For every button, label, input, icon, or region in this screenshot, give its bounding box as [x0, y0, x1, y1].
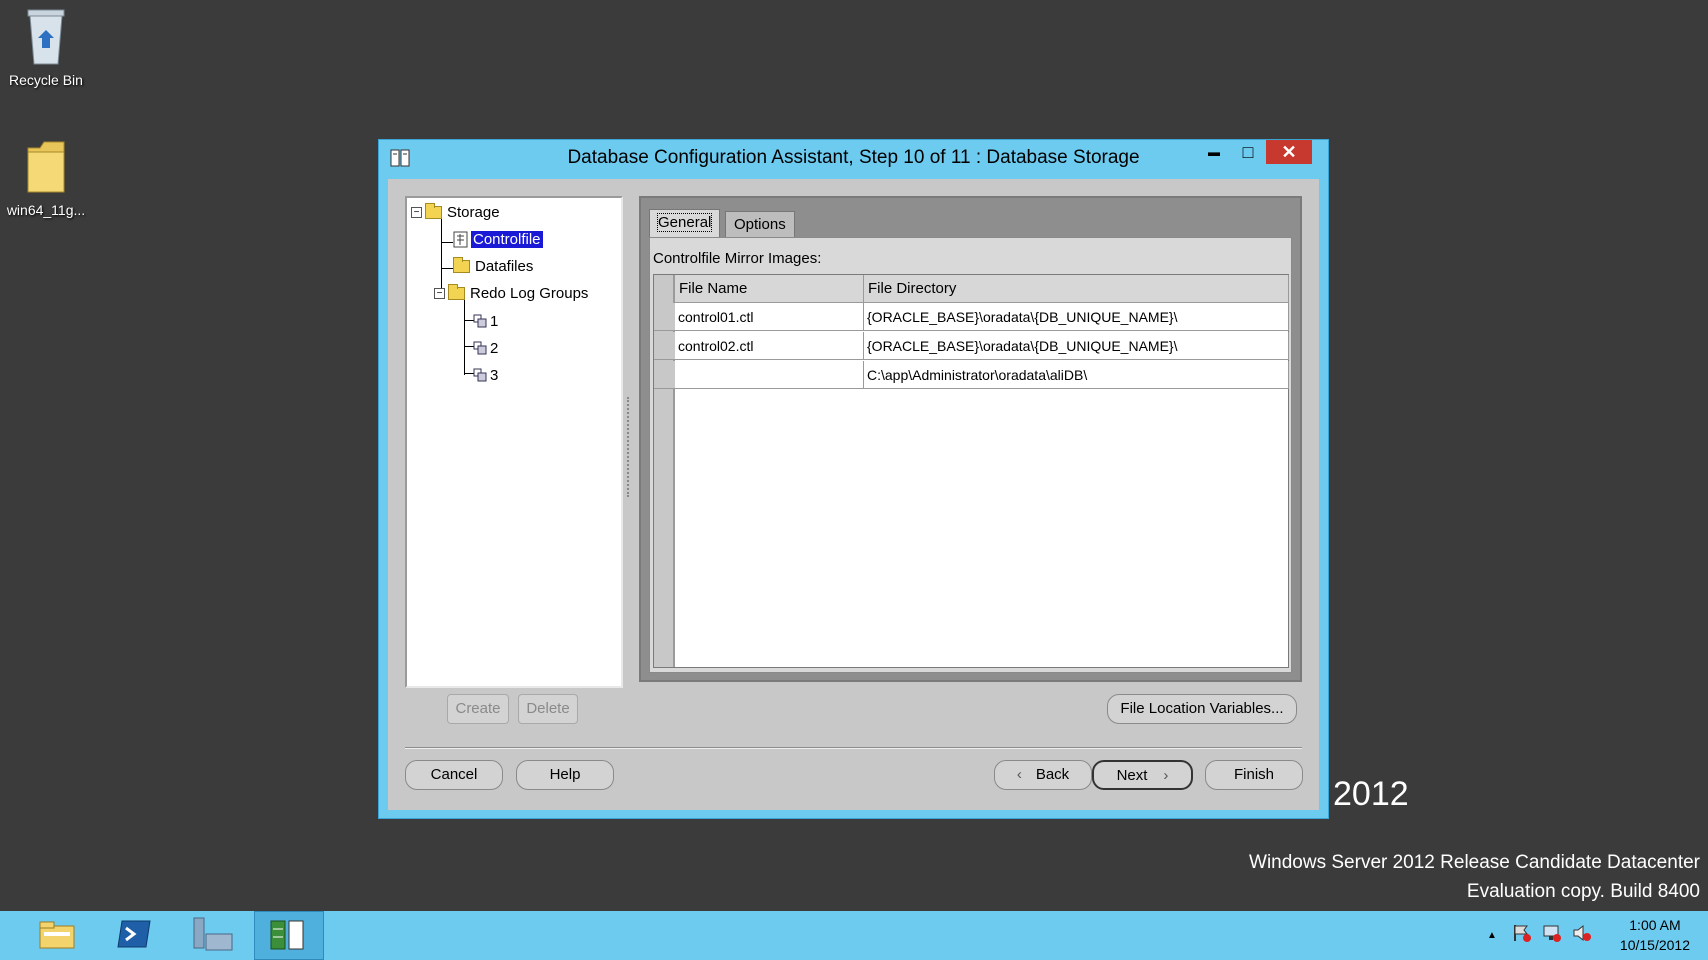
tree-node-controlfile-label: Controlfile [470, 229, 544, 249]
chevron-right-icon: › [1163, 767, 1169, 784]
recycle-bin-icon [24, 8, 68, 66]
tree-node-controlfile[interactable]: Controlfile [453, 228, 544, 250]
os-watermark-line1: Windows Server 2012 Release Candidate Da… [1249, 852, 1700, 873]
folder-icon [448, 283, 465, 300]
row-header[interactable] [654, 303, 675, 331]
minimize-button[interactable]: ▬ [1197, 140, 1231, 164]
tree-node-storage-label: Storage [447, 203, 500, 221]
taskbar-server-manager[interactable] [177, 911, 247, 960]
row-header[interactable] [654, 361, 675, 389]
tree-node-redo-group-label: 1 [490, 312, 499, 330]
tree-node-redo-group[interactable]: 2 [473, 337, 500, 359]
tree-node-redo-group-label: 2 [490, 339, 499, 357]
back-button[interactable]: ‹ Back [994, 760, 1092, 790]
recycle-bin-label: Recycle Bin [9, 72, 83, 88]
show-hidden-icons[interactable]: ▲ [1484, 923, 1500, 947]
window-title: Database Configuration Assistant, Step 1… [567, 147, 1140, 168]
volume-muted-icon [1572, 923, 1592, 947]
network-icon [1542, 923, 1562, 947]
title-bar[interactable]: Database Configuration Assistant, Step 1… [379, 140, 1328, 176]
file-location-variables-button[interactable]: File Location Variables... [1107, 694, 1297, 724]
taskbar-dbca[interactable] [254, 911, 324, 960]
tray-arrow-icon: ▲ [1487, 929, 1497, 941]
chevron-left-icon: ‹ [1016, 766, 1022, 783]
powershell-icon [116, 919, 152, 953]
create-button[interactable]: Create [447, 694, 509, 724]
controlfile-grid[interactable]: File Name File Directory control01.ctl {… [653, 274, 1289, 668]
tab-options[interactable]: Options [725, 211, 795, 239]
tree-node-datafiles[interactable]: Datafiles [453, 255, 535, 277]
splitter-handle[interactable] [627, 397, 630, 497]
window-client-area: − Storage Controlfile Datafiles − Redo L… [388, 179, 1319, 810]
action-center-tray[interactable] [1510, 923, 1534, 947]
tree-node-redo-group[interactable]: 3 [473, 364, 500, 386]
redo-group-icon [473, 341, 487, 355]
tab-panel: General Options Controlfile Mirror Image… [639, 196, 1302, 682]
tree-node-redo-log-groups-label: Redo Log Groups [470, 284, 589, 302]
cell-file-directory[interactable]: {ORACLE_BASE}\oradata\{DB_UNIQUE_NAME}\ [864, 303, 1289, 331]
recycle-bin-shortcut[interactable]: Recycle Bin [0, 8, 92, 88]
os-watermark: Windows Server 2012 Release Candidate Da… [1249, 848, 1700, 906]
tab-general-label: General [656, 213, 713, 232]
tree-node-redo-log-groups[interactable]: − Redo Log Groups [434, 282, 590, 304]
storage-tree[interactable]: − Storage Controlfile Datafiles − Redo L… [405, 196, 623, 688]
cell-file-name[interactable]: control01.ctl [675, 303, 864, 331]
controlfile-icon [453, 231, 468, 248]
network-tray[interactable] [1540, 923, 1564, 947]
next-button[interactable]: Next › [1092, 760, 1193, 790]
column-header-file-name[interactable]: File Name [675, 275, 864, 303]
finish-button[interactable]: Finish [1205, 760, 1303, 790]
cell-file-name[interactable]: control02.ctl [675, 332, 864, 360]
taskbar: ▲ 1:00 AM 10/15/2012 [0, 911, 1708, 960]
column-header-file-directory[interactable]: File Directory [864, 275, 1289, 303]
tree-node-redo-group[interactable]: 1 [473, 310, 500, 332]
row-header[interactable] [654, 332, 675, 360]
cell-file-directory[interactable]: {ORACLE_BASE}\oradata\{DB_UNIQUE_NAME}\ [864, 332, 1289, 360]
collapse-icon[interactable]: − [411, 206, 422, 218]
controlfile-mirror-caption: Controlfile Mirror Images: [653, 250, 822, 267]
maximize-icon: □ [1242, 141, 1254, 162]
folder-icon [26, 138, 66, 196]
general-tab-page: Controlfile Mirror Images: File Name Fil… [649, 237, 1292, 673]
maximize-button[interactable]: □ [1231, 140, 1265, 164]
folder-shortcut[interactable]: win64_11g... [0, 138, 92, 218]
back-button-label: Back [1035, 766, 1070, 783]
help-button[interactable]: Help [516, 760, 614, 790]
taskbar-powershell[interactable] [99, 911, 169, 960]
system-clock[interactable]: 1:00 AM 10/15/2012 [1620, 915, 1690, 955]
file-explorer-icon [38, 918, 76, 954]
redo-group-icon [473, 368, 487, 382]
button-separator [405, 747, 1302, 749]
tab-options-label: Options [734, 216, 786, 233]
os-year-watermark: 2012 [1333, 775, 1409, 813]
taskbar-file-explorer[interactable] [22, 911, 92, 960]
os-watermark-line2: Evaluation copy. Build 8400 [1466, 881, 1700, 902]
cell-file-directory[interactable]: C:\app\Administrator\oradata\aliDB\ [864, 361, 1289, 389]
tree-node-redo-group-label: 3 [490, 366, 499, 384]
cancel-button[interactable]: Cancel [405, 760, 503, 790]
cell-file-name[interactable] [675, 361, 864, 389]
close-button[interactable]: ✕ [1266, 140, 1312, 164]
redo-group-icon [473, 314, 487, 328]
folder-icon [425, 202, 442, 219]
dbca-icon [269, 917, 309, 955]
tree-node-datafiles-label: Datafiles [475, 257, 534, 275]
folder-label: win64_11g... [6, 202, 86, 218]
tab-general[interactable]: General [649, 209, 721, 239]
close-icon: ✕ [1281, 141, 1297, 162]
next-button-label: Next [1116, 767, 1148, 784]
folder-icon [453, 256, 470, 273]
clock-date: 10/15/2012 [1619, 937, 1690, 953]
clock-time: 1:00 AM [1629, 917, 1681, 933]
volume-tray[interactable] [1570, 923, 1594, 947]
delete-button[interactable]: Delete [518, 694, 578, 724]
server-manager-icon [190, 916, 234, 956]
dbca-window: Database Configuration Assistant, Step 1… [378, 139, 1329, 819]
action-center-icon [1512, 923, 1532, 947]
collapse-icon[interactable]: − [434, 287, 445, 299]
tree-node-storage[interactable]: − Storage [411, 201, 502, 223]
minimize-icon: ▬ [1208, 145, 1220, 159]
